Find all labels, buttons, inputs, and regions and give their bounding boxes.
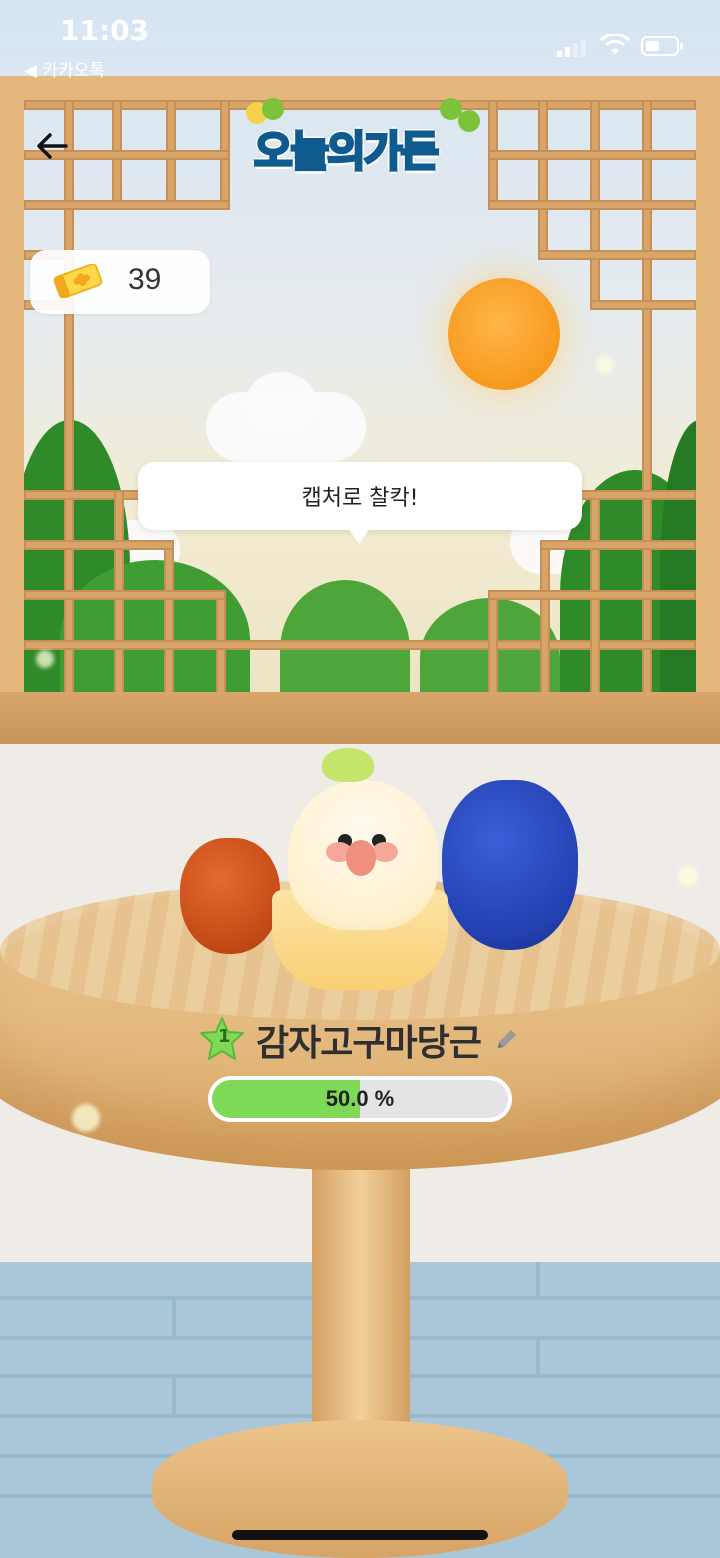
capture-tooltip: 캡처로 찰칵! — [138, 462, 582, 530]
firefly-glow — [678, 866, 698, 886]
progress-label: 50.0 % — [325, 1086, 395, 1111]
clover-icon — [458, 110, 480, 132]
garden-screen: 11:03 ◀ 카카오톡 오늘의가든 39 캡처로 찰칵! 1 감자고구마당근 … — [0, 0, 720, 1558]
status-bar: 11:03 ◀ 카카오톡 — [0, 0, 720, 81]
arrow-left-icon[interactable] — [30, 124, 74, 168]
table-stem — [312, 1150, 410, 1460]
cellular-signal-icon — [557, 38, 589, 57]
beak — [346, 840, 376, 876]
logo-text: 오늘의가든 — [252, 126, 440, 178]
tooltip-text: 캡처로 찰칵! — [301, 486, 419, 511]
red-lucky-pouch[interactable] — [180, 838, 280, 954]
firefly-glow — [596, 356, 614, 374]
clover-icon — [262, 98, 284, 120]
growth-progress-bar: 50.0 % — [208, 1076, 512, 1122]
ticket-counter[interactable]: 39 — [30, 250, 210, 314]
battery-icon — [641, 36, 683, 56]
sprout-leaf — [322, 748, 374, 782]
wifi-icon — [600, 34, 630, 54]
plant-name: 감자고구마당근 — [256, 1023, 482, 1064]
garden-logo: 오늘의가든 — [236, 98, 486, 184]
plant-name-row: 1 감자고구마당근 — [0, 1012, 720, 1068]
home-indicator[interactable] — [232, 1530, 488, 1540]
clover-ticket-icon — [53, 264, 103, 298]
blue-lucky-pouch[interactable] — [442, 780, 578, 950]
progress-track: 50.0 % — [212, 1080, 508, 1118]
plant-level: 1 — [218, 1026, 231, 1047]
pencil-icon[interactable] — [494, 1026, 520, 1052]
tooltip-tail — [348, 528, 370, 544]
back-to-app-link[interactable]: ◀ 카카오톡 — [24, 56, 105, 81]
firefly-glow — [36, 650, 54, 668]
status-time: 11:03 — [60, 14, 150, 47]
firefly-glow — [72, 1104, 100, 1132]
ticket-count: 39 — [128, 263, 162, 296]
